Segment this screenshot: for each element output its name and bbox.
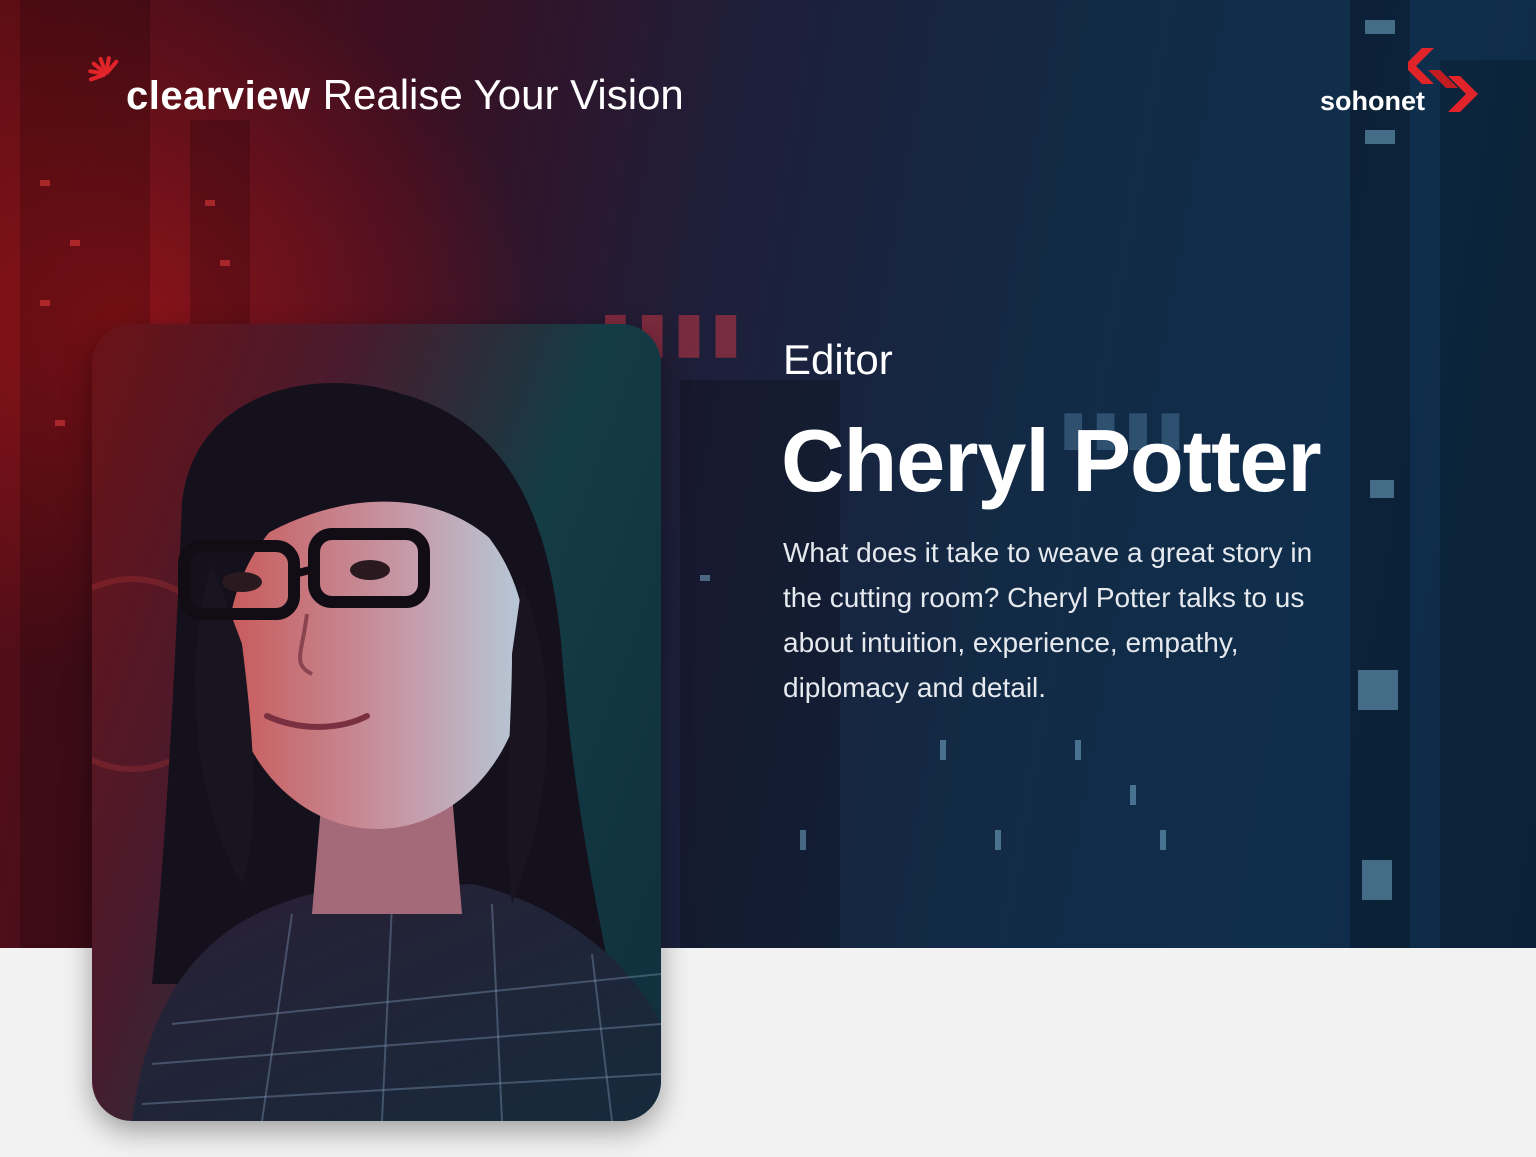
brand-name: clearview <box>126 74 311 118</box>
background-window <box>1130 785 1136 805</box>
background-window <box>1370 480 1394 498</box>
background-window <box>800 830 806 850</box>
background-window <box>940 740 946 760</box>
background-window <box>1160 830 1166 850</box>
background-window <box>1365 20 1395 34</box>
profile-role: Editor <box>783 336 893 383</box>
double-chevron-logo-icon <box>1408 48 1478 112</box>
background-window <box>40 300 50 306</box>
profile-name: Cheryl Potter <box>781 411 1322 510</box>
portrait-illustration <box>92 383 661 1121</box>
background-window <box>220 260 230 266</box>
background-window <box>1362 860 1392 900</box>
clearview-logo[interactable]: clearview Realise Your Vision <box>87 52 684 118</box>
brand-tagline: Realise Your Vision <box>322 71 684 118</box>
background-window <box>1075 740 1081 760</box>
sohonet-logo[interactable]: sohonet <box>1320 48 1480 120</box>
profile-description: What does it take to weave a great story… <box>783 537 1313 703</box>
background-window <box>70 240 80 246</box>
profile-photo <box>92 324 661 1121</box>
background-building <box>1440 60 1536 948</box>
background-window <box>55 420 65 426</box>
background-window <box>1358 670 1398 710</box>
starburst-logo-icon <box>87 55 124 116</box>
background-window <box>700 575 710 581</box>
background-window <box>205 200 215 206</box>
background-window <box>1365 130 1395 144</box>
background-window <box>995 830 1001 850</box>
background-window <box>40 180 50 186</box>
